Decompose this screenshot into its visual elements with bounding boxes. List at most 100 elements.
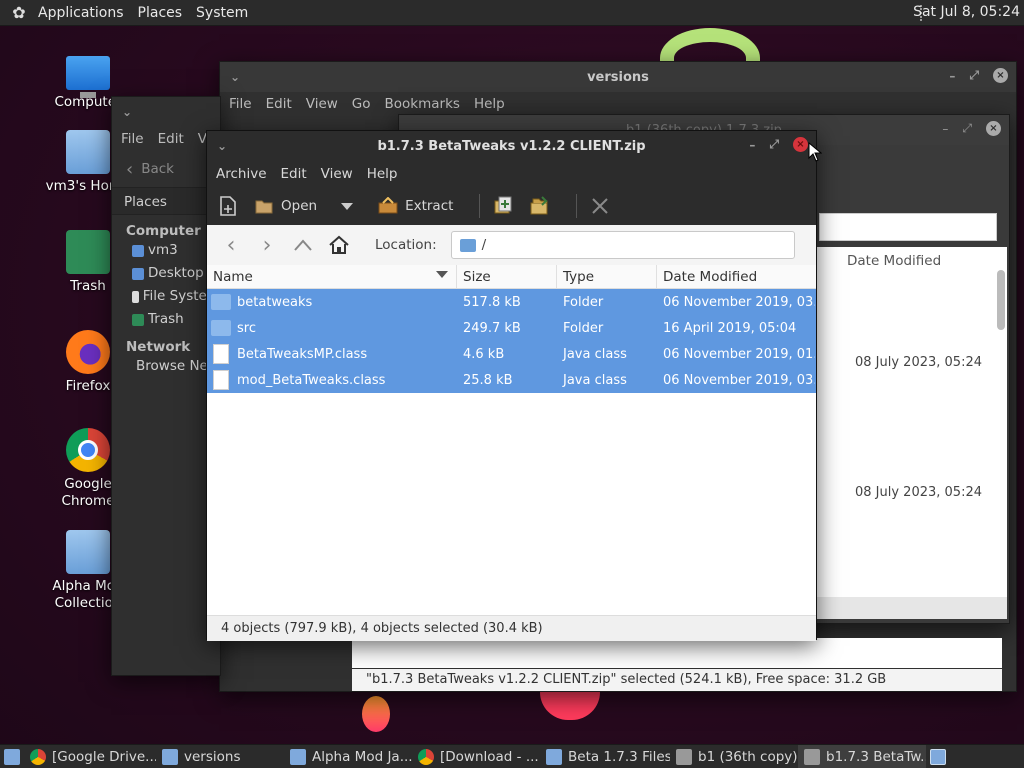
menu-edit[interactable]: Edit bbox=[266, 96, 292, 112]
location-input[interactable] bbox=[819, 213, 997, 241]
new-archive-button[interactable] bbox=[217, 195, 239, 217]
menu-edit[interactable]: Edit bbox=[158, 131, 184, 147]
menu-edit[interactable]: Edit bbox=[281, 166, 307, 182]
file-name: mod_BetaTweaks.class bbox=[237, 372, 386, 388]
places-dropdown[interactable]: Places bbox=[112, 187, 220, 215]
maximize-icon[interactable]: ⤢ bbox=[962, 121, 972, 136]
minimize-icon[interactable]: – bbox=[949, 69, 955, 83]
column-header-name[interactable]: Name bbox=[207, 265, 457, 288]
file-size: 517.8 kB bbox=[463, 294, 521, 310]
task-b1-copy[interactable]: b1 (36th copy)... bbox=[670, 745, 798, 768]
menubar: File Edit V bbox=[112, 127, 220, 151]
show-desktop-button[interactable] bbox=[0, 745, 24, 768]
clock[interactable]: Sat Jul 8, 05:24 bbox=[913, 4, 1020, 20]
close-icon[interactable]: × bbox=[993, 68, 1008, 83]
sidebar-item-label: Desktop bbox=[148, 265, 204, 281]
menu-view[interactable]: View bbox=[321, 166, 353, 182]
minimize-icon[interactable]: – bbox=[749, 138, 755, 152]
menu-places[interactable]: Places bbox=[138, 5, 183, 21]
file-type: Java class bbox=[563, 346, 627, 362]
location-label: Location: bbox=[375, 237, 437, 253]
extract-label: Extract bbox=[405, 198, 454, 214]
chevron-left-icon[interactable]: ‹ bbox=[217, 231, 245, 259]
folder-icon bbox=[211, 320, 231, 336]
menu-bookmarks[interactable]: Bookmarks bbox=[385, 96, 460, 112]
task-b173-betatweaks[interactable]: b1.7.3 BetaTw... bbox=[798, 744, 926, 768]
menu-system[interactable]: System bbox=[196, 5, 248, 21]
file-list[interactable]: Name Size Type Date Modified betatweaks … bbox=[207, 265, 816, 615]
titlebar[interactable]: ⌄ b1.7.3 BetaTweaks v1.2.2 CLIENT.zip – … bbox=[207, 131, 816, 161]
workspace-switcher[interactable] bbox=[926, 745, 950, 768]
chevron-down-icon[interactable] bbox=[341, 202, 354, 210]
sidebar-item-desktop[interactable]: Desktop bbox=[112, 262, 220, 285]
home-icon[interactable] bbox=[325, 231, 353, 259]
sidebar-section-network: Network bbox=[126, 339, 191, 355]
menu-go[interactable]: Go bbox=[352, 96, 371, 112]
menu-help[interactable]: Help bbox=[367, 166, 398, 182]
task-download[interactable]: [Download - ... bbox=[412, 745, 540, 768]
close-icon[interactable]: × bbox=[793, 137, 808, 152]
table-row[interactable]: mod_BetaTweaks.class 25.8 kB Java class … bbox=[207, 367, 816, 393]
extract-button[interactable]: Extract bbox=[377, 195, 453, 217]
chevron-down-icon[interactable]: ⌄ bbox=[122, 105, 132, 119]
file-name: src bbox=[237, 320, 256, 336]
sidebar-item-vm3[interactable]: vm3 bbox=[112, 239, 220, 262]
titlebar[interactable]: ⌄ bbox=[112, 97, 220, 127]
location-input[interactable]: / bbox=[450, 231, 795, 259]
vm3-file-manager-window[interactable]: ⌄ File Edit V ‹ Back Places Computer vm3… bbox=[111, 96, 221, 676]
sidebar-item-filesystem[interactable]: File System bbox=[112, 285, 220, 308]
delete-button[interactable] bbox=[589, 195, 611, 217]
menu-archive[interactable]: Archive bbox=[216, 166, 267, 182]
open-button[interactable]: Open bbox=[253, 195, 354, 217]
maximize-icon[interactable]: ⤢ bbox=[769, 137, 779, 152]
versions-statusbar: "b1.7.3 BetaTweaks v1.2.2 CLIENT.zip" se… bbox=[352, 669, 1002, 691]
close-icon[interactable]: × bbox=[986, 121, 1001, 136]
menu-file[interactable]: File bbox=[121, 131, 144, 147]
task-beta-files[interactable]: Beta 1.7.3 Files bbox=[540, 745, 670, 768]
table-row[interactable]: BetaTweaksMP.class 4.6 kB Java class 06 … bbox=[207, 341, 816, 367]
menu-applications[interactable]: Applications bbox=[38, 5, 124, 21]
back-button[interactable]: ‹ Back bbox=[112, 151, 220, 187]
distro-logo-icon[interactable]: ✿ bbox=[8, 2, 30, 24]
file-type: Folder bbox=[563, 294, 604, 310]
titlebar[interactable]: ⌄ versions – ⤢ × bbox=[220, 62, 1016, 92]
task-versions[interactable]: versions bbox=[156, 745, 284, 768]
desktop-icon bbox=[132, 267, 144, 280]
menu-view[interactable]: View bbox=[306, 96, 338, 112]
task-alpha-mod[interactable]: Alpha Mod Ja... bbox=[284, 745, 412, 768]
sidebar-item-trash[interactable]: Trash bbox=[112, 308, 220, 331]
maximize-icon[interactable]: ⤢ bbox=[969, 68, 979, 83]
column-header-date[interactable]: Date Modified bbox=[657, 265, 815, 288]
chevron-up-icon[interactable] bbox=[289, 231, 317, 259]
task-label: Beta 1.7.3 Files bbox=[568, 748, 670, 765]
menu-file[interactable]: File bbox=[229, 96, 252, 112]
column-header-size[interactable]: Size bbox=[457, 265, 557, 288]
file-size: 4.6 kB bbox=[463, 346, 505, 362]
chevron-down-icon[interactable]: ⌄ bbox=[217, 139, 227, 153]
open-label: Open bbox=[281, 198, 318, 214]
task-label: [Download - ... bbox=[440, 748, 539, 765]
table-row[interactable]: betatweaks 517.8 kB Folder 06 November 2… bbox=[207, 289, 816, 315]
chevron-right-icon[interactable]: › bbox=[253, 231, 281, 259]
column-header-type[interactable]: Type bbox=[557, 265, 657, 288]
menu-help[interactable]: Help bbox=[474, 96, 505, 112]
folder-icon bbox=[66, 530, 110, 574]
scrollbar[interactable] bbox=[997, 270, 1005, 330]
task-google-drive[interactable]: [Google Drive... bbox=[24, 745, 156, 768]
column-header-label: Size bbox=[463, 268, 491, 285]
table-row[interactable]: src 249.7 kB Folder 16 April 2019, 05:04 bbox=[207, 315, 816, 341]
file-list[interactable] bbox=[817, 247, 1007, 597]
column-header-date[interactable]: Date Modified bbox=[847, 253, 941, 269]
file-name: betatweaks bbox=[237, 294, 313, 310]
folder-icon bbox=[546, 748, 562, 765]
minimize-icon[interactable]: – bbox=[942, 122, 948, 136]
add-folder-button[interactable] bbox=[528, 195, 550, 217]
statusbar: 4 objects (797.9 kB), 4 objects selected… bbox=[207, 615, 816, 641]
file-icon bbox=[213, 370, 229, 390]
add-files-button[interactable] bbox=[492, 195, 514, 217]
close-x-icon bbox=[589, 195, 611, 217]
column-header-label: Name bbox=[213, 268, 253, 285]
sidebar-item-browse-network[interactable]: Browse Network bbox=[112, 355, 220, 378]
archive-manager-window[interactable]: ⌄ b1.7.3 BetaTweaks v1.2.2 CLIENT.zip – … bbox=[206, 130, 817, 641]
chevron-down-icon[interactable]: ⌄ bbox=[230, 70, 240, 84]
